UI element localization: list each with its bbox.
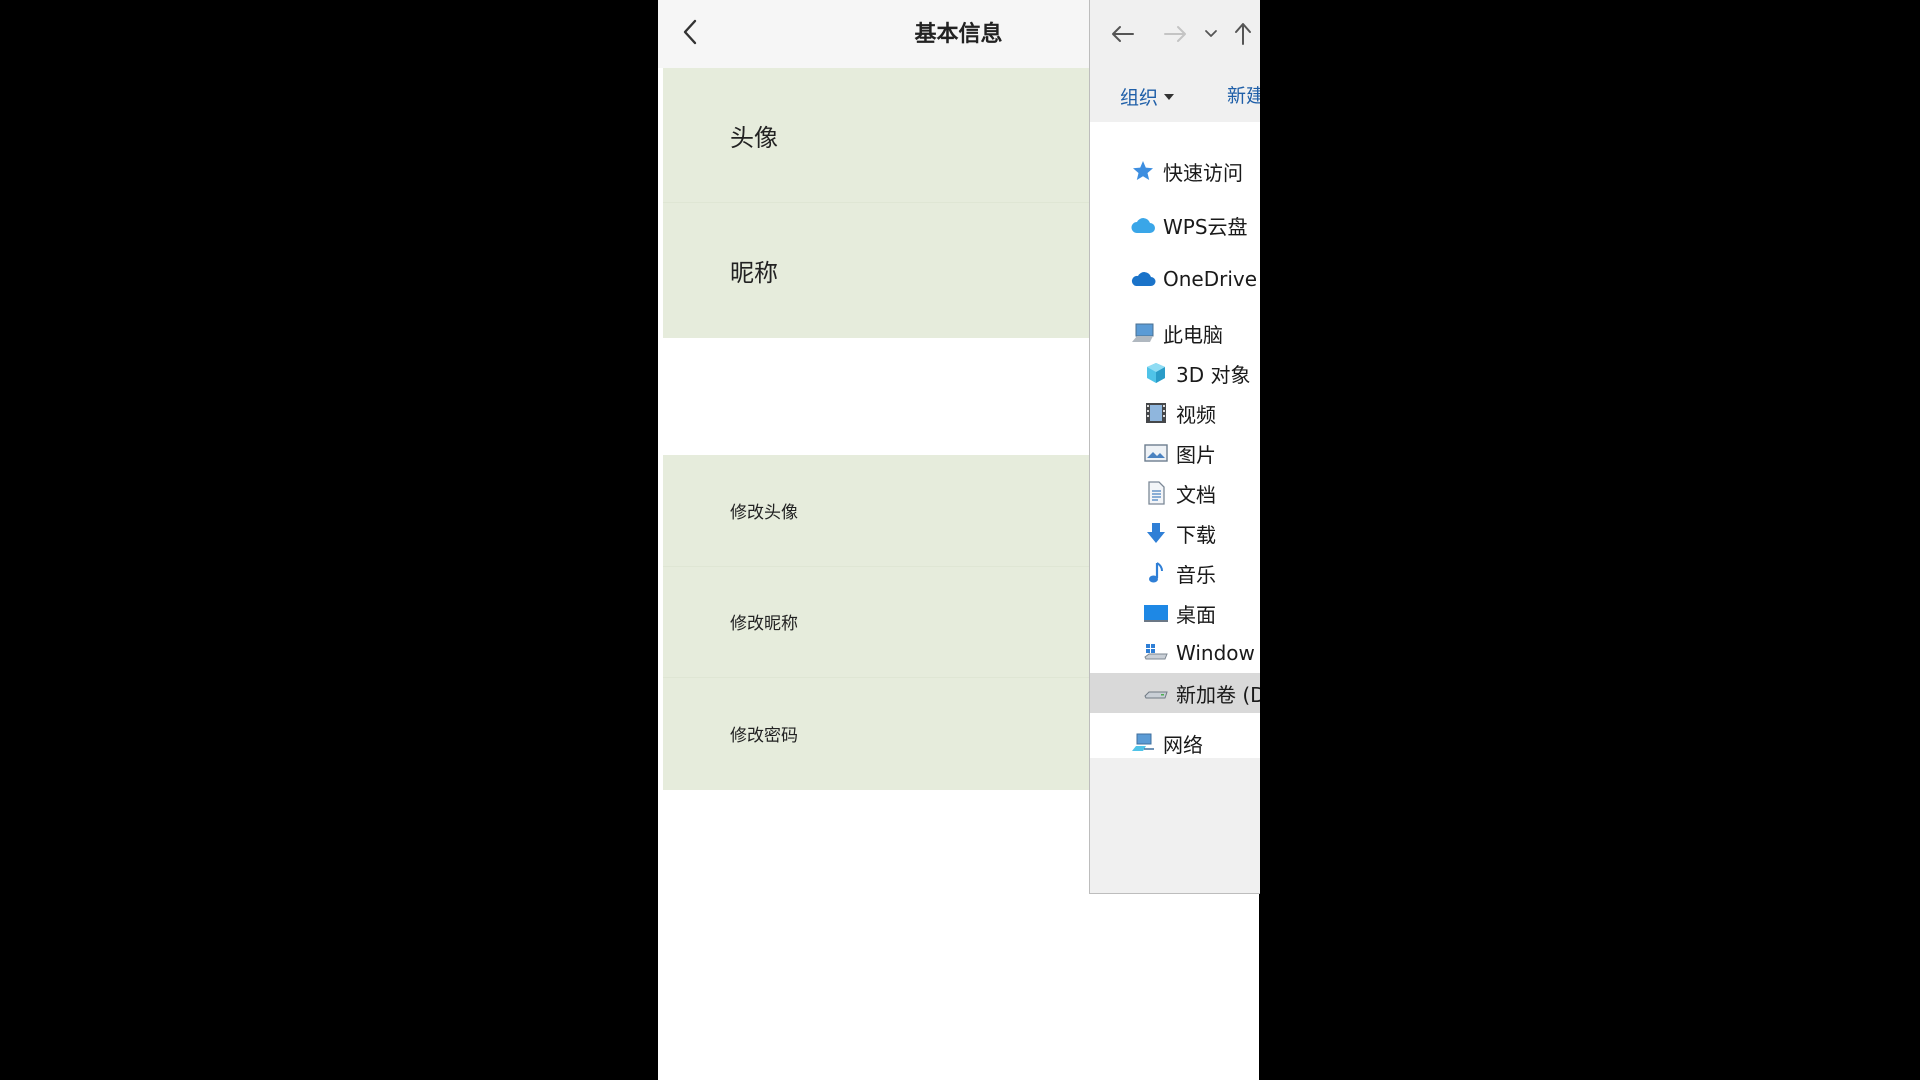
nav-item-desktop[interactable]: 桌面 — [1090, 593, 1260, 633]
nav-item-onedrive[interactable]: OneDrive — [1090, 259, 1260, 299]
nav-item-downloads[interactable]: 下载 — [1090, 513, 1260, 553]
nav-back-button[interactable] — [1108, 18, 1138, 50]
avatar-label: 头像 — [730, 123, 778, 152]
organize-button[interactable]: 组织 — [1120, 80, 1175, 112]
desktop-icon — [1143, 600, 1169, 626]
navigation-pane: 快速访问 WPS云盘 OneDrive 此电脑 3D 对象 视频 图片 文档 下… — [1090, 122, 1260, 758]
pictures-icon — [1143, 440, 1169, 466]
video-icon — [1143, 400, 1169, 426]
nav-item-windows-drive[interactable]: Window — [1090, 633, 1260, 673]
nav-item-documents[interactable]: 文档 — [1090, 473, 1260, 513]
drive-icon — [1143, 680, 1169, 706]
recent-locations-button[interactable] — [1200, 18, 1222, 50]
star-icon — [1130, 158, 1156, 184]
change-nickname-label: 修改昵称 — [730, 614, 798, 635]
nav-forward-button[interactable] — [1160, 18, 1190, 50]
chevron-left-icon — [683, 19, 697, 45]
nav-item-new-volume-d[interactable]: 新加卷 (D — [1090, 673, 1260, 713]
nav-item-this-pc[interactable]: 此电脑 — [1090, 313, 1260, 353]
chevron-down-icon — [1205, 30, 1217, 37]
explorer-toolbar: 组织 新建 — [1090, 0, 1260, 122]
nav-item-music[interactable]: 音乐 — [1090, 553, 1260, 593]
3d-objects-icon — [1143, 360, 1169, 386]
network-icon — [1130, 730, 1156, 756]
organize-label: 组织 — [1120, 86, 1159, 109]
back-button[interactable] — [674, 14, 706, 50]
onedrive-icon — [1130, 266, 1156, 292]
nav-item-pictures[interactable]: 图片 — [1090, 433, 1260, 473]
change-avatar-label: 修改头像 — [730, 502, 798, 523]
arrow-right-icon — [1164, 26, 1186, 42]
nav-up-button[interactable] — [1230, 18, 1256, 50]
new-folder-button[interactable]: 新建 — [1227, 80, 1260, 112]
nav-item-3d-objects[interactable]: 3D 对象 — [1090, 353, 1260, 393]
caret-down-icon — [1164, 94, 1175, 100]
nickname-label: 昵称 — [730, 259, 778, 287]
wps-cloud-icon — [1130, 212, 1156, 238]
download-icon — [1143, 520, 1169, 546]
arrow-left-icon — [1112, 26, 1134, 42]
windows-drive-icon — [1143, 640, 1169, 666]
music-icon — [1143, 560, 1169, 586]
computer-icon — [1130, 320, 1156, 346]
change-password-label: 修改密码 — [730, 726, 798, 747]
nav-item-wps-cloud[interactable]: WPS云盘 — [1090, 205, 1260, 245]
documents-icon — [1143, 480, 1169, 506]
nav-item-network[interactable]: 网络 — [1090, 723, 1260, 758]
file-explorer-dialog: 组织 新建 快速访问 WPS云盘 OneDrive — [1089, 0, 1260, 894]
nav-item-videos[interactable]: 视频 — [1090, 393, 1260, 433]
nav-item-quick-access[interactable]: 快速访问 — [1090, 151, 1260, 191]
arrow-up-icon — [1235, 23, 1251, 45]
